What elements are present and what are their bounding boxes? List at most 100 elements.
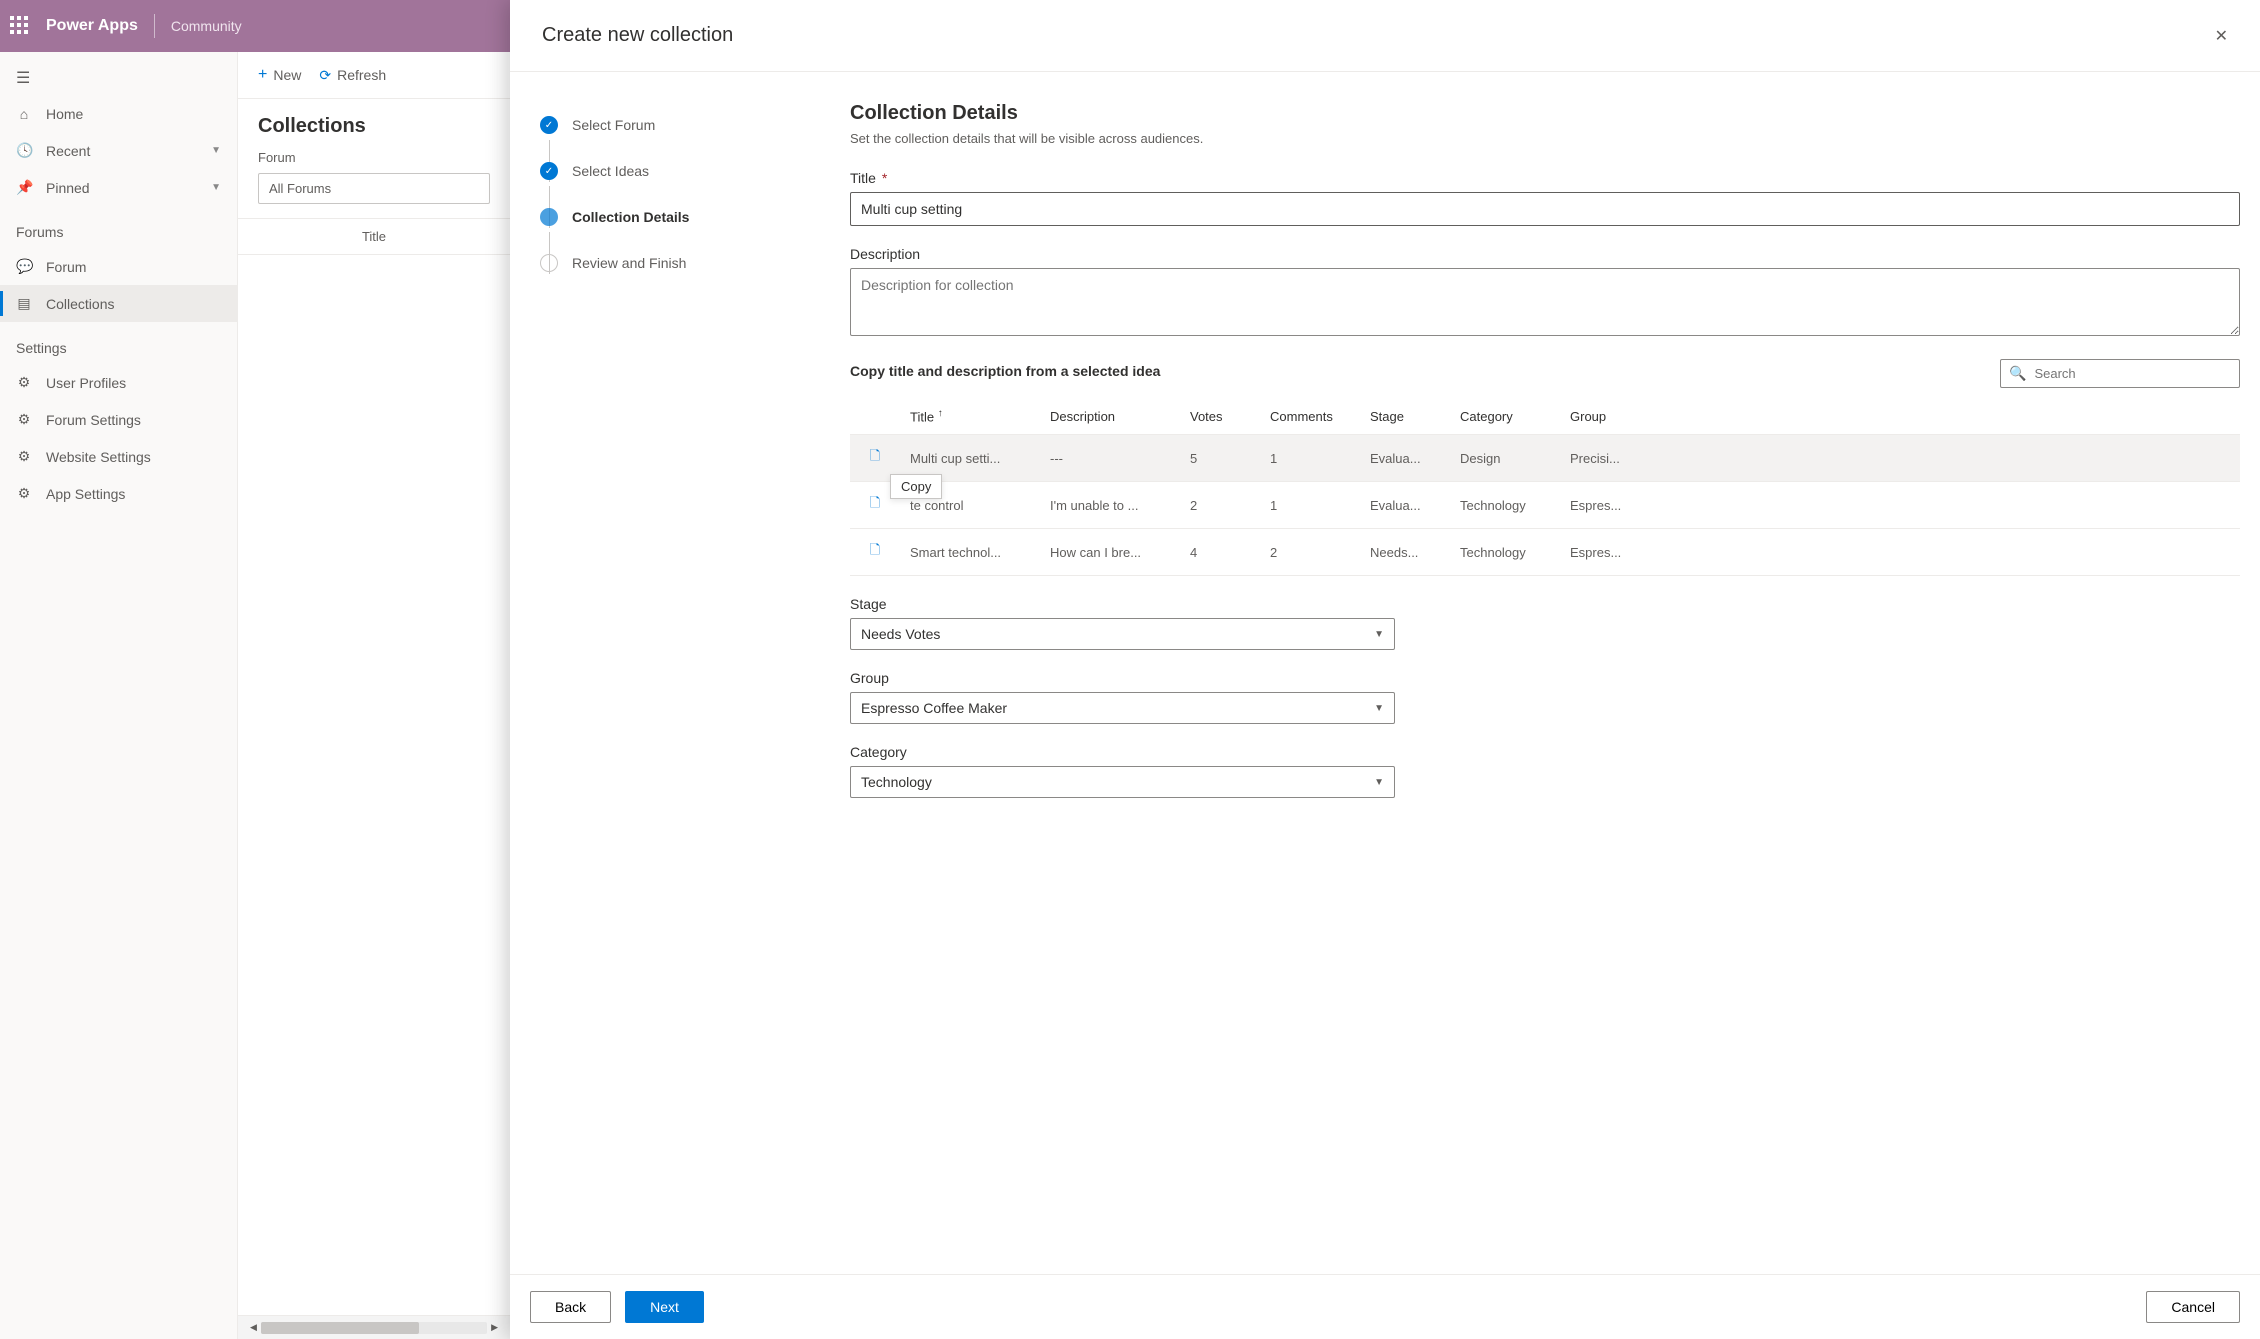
- app-name[interactable]: Power Apps: [46, 17, 138, 35]
- column-header-title[interactable]: Title: [238, 219, 510, 255]
- col-category[interactable]: Category: [1450, 398, 1560, 435]
- nav-app-settings[interactable]: ⚙ App Settings: [0, 475, 237, 512]
- copy-icon[interactable]: 🗋: [870, 541, 880, 563]
- refresh-button[interactable]: ⟳ Refresh: [319, 66, 386, 84]
- copy-icon[interactable]: 🗋: [870, 494, 880, 516]
- check-icon: ✓: [540, 116, 558, 134]
- title-input[interactable]: [850, 192, 2240, 226]
- nav-user-profiles[interactable]: ⚙ User Profiles: [0, 364, 237, 401]
- dropdown-value: Technology: [861, 774, 932, 790]
- search-box[interactable]: 🔍: [2000, 359, 2240, 388]
- cell-category: Design: [1450, 435, 1560, 482]
- nav-label: Home: [46, 106, 83, 122]
- col-stage[interactable]: Stage: [1360, 398, 1450, 435]
- cancel-button[interactable]: Cancel: [2146, 1291, 2240, 1323]
- search-icon: 🔍: [2009, 365, 2026, 382]
- table-row[interactable]: 🗋 Multi cup setti... --- 5 1 Evalua... D…: [850, 435, 2240, 482]
- col-group[interactable]: Group: [1560, 398, 1670, 435]
- nav-label: App Settings: [46, 486, 125, 502]
- col-title[interactable]: Title ↑: [900, 398, 1040, 435]
- next-button[interactable]: Next: [625, 1291, 704, 1323]
- copy-icon[interactable]: 🗋: [870, 447, 880, 469]
- nav-home[interactable]: ⌂ Home: [0, 96, 237, 132]
- nav-label: Website Settings: [46, 449, 151, 465]
- header-separator: [154, 14, 155, 38]
- app-subtitle[interactable]: Community: [171, 18, 242, 34]
- required-mark: *: [882, 170, 887, 186]
- chevron-down-icon: ▼: [1374, 629, 1384, 640]
- collapse-nav-button[interactable]: ☰: [0, 60, 237, 96]
- back-button[interactable]: Back: [530, 1291, 611, 1323]
- horizontal-scrollbar[interactable]: ◀ ▶: [238, 1315, 510, 1339]
- scroll-right-icon[interactable]: ▶: [487, 1322, 502, 1333]
- cell-group: Espres...: [1560, 482, 1670, 529]
- cell-desc: How can I bre...: [1040, 529, 1180, 576]
- panel-header: Create new collection ✕: [510, 0, 2260, 72]
- table-row[interactable]: 🗋 te control I'm unable to ... 2 1 Evalu…: [850, 482, 2240, 529]
- chevron-down-icon: ▼: [211, 145, 221, 156]
- search-input[interactable]: [2034, 366, 2231, 381]
- description-input[interactable]: [850, 268, 2240, 336]
- scroll-track[interactable]: [261, 1322, 487, 1334]
- chevron-down-icon: ▼: [1374, 777, 1384, 788]
- secondary-panel: + New ⟳ Refresh Collections Forum All Fo…: [238, 52, 511, 1339]
- col-votes[interactable]: Votes: [1180, 398, 1260, 435]
- col-description[interactable]: Description: [1040, 398, 1180, 435]
- scroll-thumb[interactable]: [261, 1322, 419, 1334]
- col-comments[interactable]: Comments: [1260, 398, 1360, 435]
- page-title: Collections: [238, 99, 510, 146]
- cell-comments: 2: [1260, 529, 1360, 576]
- header-text: Title: [910, 409, 934, 424]
- list-icon: ▤: [16, 295, 32, 312]
- forum-field-label: Forum: [238, 146, 510, 169]
- group-dropdown[interactable]: Espresso Coffee Maker ▼: [850, 692, 1395, 724]
- new-button[interactable]: + New: [258, 66, 301, 84]
- waffle-icon[interactable]: [10, 16, 30, 36]
- nav-forum-settings[interactable]: ⚙ Forum Settings: [0, 401, 237, 438]
- panel-content: Collection Details Set the collection de…: [850, 72, 2260, 1274]
- category-dropdown[interactable]: Technology ▼: [850, 766, 1395, 798]
- nav-pinned[interactable]: 📌 Pinned ▼: [0, 169, 237, 206]
- gear-icon: ⚙: [16, 374, 32, 391]
- nav-website-settings[interactable]: ⚙ Website Settings: [0, 438, 237, 475]
- cell-title: Smart technol...: [900, 529, 1040, 576]
- nav-label: Forum Settings: [46, 412, 141, 428]
- gear-icon: ⚙: [16, 485, 32, 502]
- plus-icon: +: [258, 66, 267, 84]
- nav-label: Forum: [46, 259, 86, 275]
- dropdown-value: All Forums: [269, 181, 331, 196]
- dropdown-value: Espresso Coffee Maker: [861, 700, 1007, 716]
- button-label: Refresh: [337, 67, 386, 83]
- gear-icon: ⚙: [16, 411, 32, 428]
- pending-step-icon: [540, 254, 558, 272]
- panel-title: Create new collection: [542, 24, 733, 47]
- gear-icon: ⚙: [16, 448, 32, 465]
- nav-recent[interactable]: 🕓 Recent ▼: [0, 132, 237, 169]
- nav-forum[interactable]: 💬 Forum: [0, 248, 237, 285]
- table-row[interactable]: 🗋 Smart technol... How can I bre... 4 2 …: [850, 529, 2240, 576]
- create-collection-panel: Create new collection ✕ ✓ Select Forum ✓…: [510, 0, 2260, 1339]
- wizard-step-collection-details[interactable]: Collection Details: [540, 194, 820, 240]
- nav-label: Recent: [46, 143, 90, 159]
- forum-dropdown[interactable]: All Forums: [258, 173, 490, 204]
- chevron-down-icon: ▼: [211, 182, 221, 193]
- nav-section-forums: Forums: [0, 206, 237, 248]
- cell-desc: I'm unable to ...: [1040, 482, 1180, 529]
- close-button[interactable]: ✕: [2215, 26, 2228, 46]
- step-label: Collection Details: [572, 209, 689, 225]
- cell-category: Technology: [1450, 482, 1560, 529]
- category-label: Category: [850, 744, 1395, 760]
- cell-votes: 2: [1180, 482, 1260, 529]
- wizard-step-select-forum[interactable]: ✓ Select Forum: [540, 102, 820, 148]
- stage-label: Stage: [850, 596, 1395, 612]
- scroll-left-icon[interactable]: ◀: [246, 1322, 261, 1333]
- wizard-step-review[interactable]: Review and Finish: [540, 240, 820, 286]
- nav-collections[interactable]: ▤ Collections: [0, 285, 237, 322]
- cell-votes: 4: [1180, 529, 1260, 576]
- dropdown-value: Needs Votes: [861, 626, 940, 642]
- cell-votes: 5: [1180, 435, 1260, 482]
- nav-section-settings: Settings: [0, 322, 237, 364]
- wizard-steps: ✓ Select Forum ✓ Select Ideas Collection…: [510, 72, 850, 1274]
- wizard-step-select-ideas[interactable]: ✓ Select Ideas: [540, 148, 820, 194]
- stage-dropdown[interactable]: Needs Votes ▼: [850, 618, 1395, 650]
